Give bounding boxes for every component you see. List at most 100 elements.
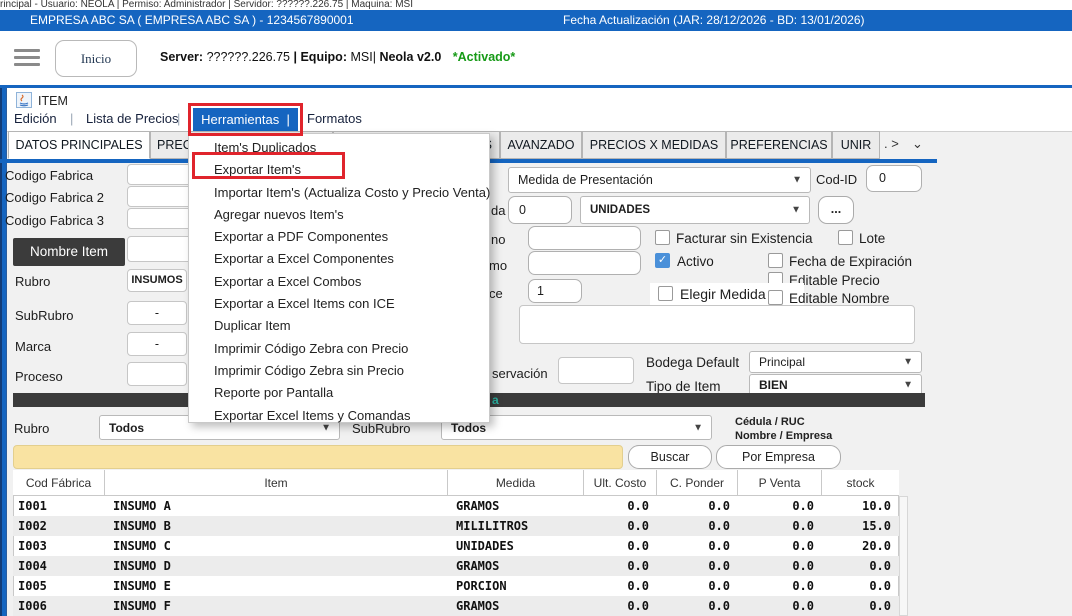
chevron-down-icon: ▼	[903, 380, 913, 391]
tipo-de-item-label: Tipo de Item	[646, 379, 721, 394]
equipo-value: MSI|	[350, 50, 375, 64]
elegir-medida-label: Elegir Medida	[680, 286, 766, 302]
server-value: ??????.226.75	[207, 50, 290, 64]
medida-unit-select[interactable]: UNIDADES ▼	[580, 196, 810, 224]
cedula-ruc-label: Cédula / RUC Nombre / Empresa	[735, 416, 832, 442]
table-row[interactable]: I001 INSUMO A GRAMOS 0.0 0.0 0.0 10.0	[13, 496, 899, 516]
col-header-item[interactable]: Item	[105, 470, 448, 496]
col-header-c-ponder[interactable]: C. Ponder	[657, 470, 738, 496]
table-row[interactable]: I003 INSUMO C UNIDADES 0.0 0.0 0.0 20.0	[13, 536, 899, 556]
table-row[interactable]: I002 INSUMO B MILILITROS 0.0 0.0 0.0 15.…	[13, 516, 899, 536]
annotation-box-exportar-items	[192, 152, 345, 179]
chevron-down-icon: ▼	[693, 422, 703, 433]
table-row[interactable]: I005 INSUMO E PORCION 0.0 0.0 0.0 0.0	[13, 576, 899, 596]
maximo-label-fragment: no	[491, 232, 505, 247]
bodega-default-label: Bodega Default	[646, 355, 739, 370]
marca-value-field[interactable]: -	[127, 332, 187, 356]
fecha-de-expiracion-checkbox[interactable]	[768, 253, 783, 268]
por-empresa-button[interactable]: Por Empresa	[716, 445, 841, 469]
observacion-label-fragment: servación	[492, 366, 548, 381]
menu-item-imprimir-zebra-con-precio[interactable]: Imprimir Código Zebra con Precio	[189, 338, 489, 360]
codigo-fabrica-2-label: Codigo Fabrica 2	[5, 190, 104, 205]
app-version: Neola v2.0	[379, 50, 441, 64]
proceso-input[interactable]	[127, 362, 187, 386]
menu-item-exportar-excel-combos[interactable]: Exportar a Excel Combos	[189, 271, 489, 293]
equipo-label: Equipo:	[300, 50, 347, 64]
tab-unir[interactable]: UNIR	[832, 131, 880, 159]
server-label: Server:	[160, 50, 203, 64]
cod-id-field[interactable]: 0	[866, 165, 922, 192]
search-rubro-label: Rubro	[14, 421, 49, 436]
table-scrollbar[interactable]	[899, 496, 908, 616]
equivalencia-input[interactable]: 1	[528, 279, 582, 303]
menubar-lista-de-precios[interactable]: Lista de Precios	[86, 111, 179, 126]
tab-datos-principales[interactable]: DATOS PRINCIPALES	[8, 131, 150, 159]
col-header-ult-costo[interactable]: Ult. Costo	[584, 470, 657, 496]
chevron-down-icon: ▼	[792, 175, 802, 186]
subrubro-label: SubRubro	[15, 308, 74, 323]
tab-precios-x-medidas[interactable]: PRECIOS X MEDIDAS	[582, 131, 726, 159]
table-row[interactable]: I004 INSUMO D GRAMOS 0.0 0.0 0.0 0.0	[13, 556, 899, 576]
facturar-sin-existencia-label: Facturar sin Existencia	[676, 231, 813, 246]
company-name: EMPRESA ABC SA ( EMPRESA ABC SA ) - 1234…	[30, 10, 354, 31]
table-row[interactable]: I006 INSUMO F GRAMOS 0.0 0.0 0.0 0.0	[13, 596, 899, 616]
col-header-stock[interactable]: stock	[822, 470, 899, 496]
menubar-edicion[interactable]: Edición	[14, 111, 57, 126]
separator: |	[293, 50, 297, 64]
nombre-item-button[interactable]: Nombre Item	[13, 238, 125, 266]
fecha-de-expiracion-label: Fecha de Expiración	[789, 254, 912, 269]
app-window: rincipal - Usuario: NEOLA | Permiso: Adm…	[0, 0, 1072, 616]
menu-item-reporte-por-pantalla[interactable]: Reporte por Pantalla	[189, 382, 489, 404]
window-title: ITEM	[38, 94, 68, 108]
chevron-down-icon: ▼	[903, 357, 913, 368]
buscar-button[interactable]: Buscar	[628, 445, 712, 469]
menu-item-imprimir-zebra-sin-precio[interactable]: Imprimir Código Zebra sin Precio	[189, 360, 489, 382]
menu-item-exportar-excel-items-comandas[interactable]: Exportar Excel Items y Comandas	[189, 405, 489, 427]
editable-nombre-checkbox[interactable]	[768, 290, 783, 305]
medida-presentacion-select[interactable]: Medida de Presentación ▼	[508, 167, 811, 193]
tab-avanzado[interactable]: AVANZADO	[500, 131, 582, 159]
tab-scroll-controls[interactable]: . >	[884, 136, 899, 151]
medida-label-fragment: da	[491, 203, 505, 218]
col-header-medida[interactable]: Medida	[448, 470, 584, 496]
annotation-box-herramientas	[188, 103, 303, 136]
server-status-line: Server: ??????.226.75 | Equipo: MSI| Neo…	[160, 50, 515, 64]
section-header-text-fragment: a	[492, 393, 499, 407]
lote-checkbox[interactable]	[838, 230, 853, 245]
java-app-icon	[16, 92, 32, 108]
codigo-fabrica-label: Codigo Fabrica	[5, 168, 93, 183]
toolbar: Inicio Server: ??????.226.75 | Equipo: M…	[0, 31, 1072, 85]
menu-item-exportar-excel-items-ice[interactable]: Exportar a Excel Items con ICE	[189, 293, 489, 315]
status-activado: *Activado*	[453, 50, 516, 64]
rubro-value-field[interactable]: INSUMOS	[127, 269, 187, 292]
subrubro-value-field[interactable]: -	[127, 301, 187, 325]
menu-item-duplicar-item[interactable]: Duplicar Item	[189, 315, 489, 337]
col-header-p-venta[interactable]: P Venta	[738, 470, 822, 496]
menu-item-exportar-pdf-componentes[interactable]: Exportar a PDF Componentes	[189, 226, 489, 248]
facturar-sin-existencia-checkbox[interactable]	[655, 230, 670, 245]
medida-qty-input[interactable]: 0	[508, 196, 572, 224]
tab-preferencias[interactable]: PREFERENCIAS	[726, 131, 832, 159]
tab-overflow-chevron-icon[interactable]: ⌄	[912, 136, 923, 152]
rubro-label: Rubro	[15, 274, 50, 289]
chevron-down-icon: ▼	[791, 205, 801, 216]
bodega-default-select[interactable]: Principal ▼	[749, 351, 922, 373]
inicio-button[interactable]: Inicio	[55, 40, 137, 77]
col-header-cod-fabrica[interactable]: Cod Fábrica	[13, 470, 105, 496]
menu-item-agregar-nuevos-items[interactable]: Agregar nuevos Item's	[189, 204, 489, 226]
hamburger-menu-icon[interactable]	[14, 45, 40, 70]
menubar-formatos[interactable]: Formatos	[307, 111, 362, 126]
elegir-medida-checkbox[interactable]	[658, 286, 673, 301]
activo-checkbox[interactable]: ✓	[655, 253, 670, 268]
search-query-input[interactable]	[13, 445, 623, 469]
more-options-button[interactable]: ...	[818, 196, 854, 224]
minimo-input[interactable]	[528, 251, 641, 275]
menubar-separator: |	[70, 111, 73, 126]
codigo-fabrica-3-label: Codigo Fabrica 3	[5, 213, 104, 228]
menu-item-importar-items[interactable]: Importar Item's (Actualiza Costo y Preci…	[189, 182, 489, 204]
equivalencia-label-fragment: ce	[489, 286, 503, 301]
menu-item-exportar-excel-componentes[interactable]: Exportar a Excel Componentes	[189, 248, 489, 270]
notes-textarea[interactable]	[519, 305, 915, 344]
observacion-input[interactable]	[558, 357, 634, 384]
maximo-input[interactable]	[528, 226, 641, 250]
